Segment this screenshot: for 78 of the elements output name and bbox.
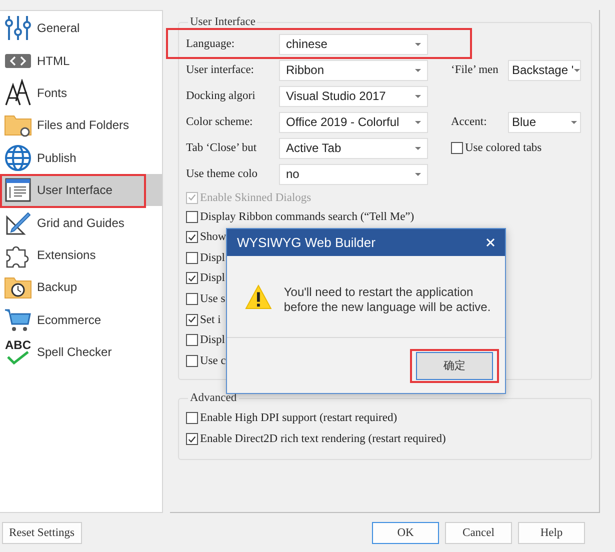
globe-icon	[4, 144, 32, 172]
checkbox[interactable]	[186, 354, 198, 367]
sidebar-item[interactable]: Extensions	[0, 238, 162, 272]
dropdown[interactable]: Visual Studio 2017	[279, 86, 428, 106]
checkbox-label: Displ	[200, 272, 225, 284]
checkbox[interactable]	[451, 142, 463, 154]
dropdown[interactable]: Active Tab	[279, 138, 428, 158]
sidebar-label: Grid and Guides	[37, 216, 124, 230]
confirm-button[interactable]: 确定	[416, 352, 493, 380]
dropdown[interactable]: chinese	[279, 34, 428, 54]
checkbox[interactable]	[186, 272, 198, 284]
dialog-button[interactable]: Help	[518, 522, 585, 544]
checkbox-label: Use s	[200, 293, 226, 306]
sidebar-label: Backup	[37, 280, 78, 294]
checkbox[interactable]	[186, 231, 198, 244]
sliders-icon	[4, 14, 32, 42]
field-label: Tab ‘Close’ but	[186, 142, 258, 154]
dialog-message: You'll need to restart the application before the new language will be active.	[284, 284, 492, 315]
checkbox-label: Use c	[200, 354, 226, 367]
sidebar-item[interactable]: Grid and Guides	[0, 206, 162, 239]
check-icon	[6, 351, 30, 366]
icon-text: ABC	[5, 339, 31, 352]
sidebar-item[interactable]: Fonts	[0, 76, 162, 110]
field-label: Docking algori	[186, 90, 256, 102]
checkbox-label: Enable Skinned Dialogs	[200, 192, 312, 204]
dropdown[interactable]: Blue	[508, 112, 581, 132]
dropdown[interactable]: Ribbon	[279, 60, 428, 80]
checkbox[interactable]	[186, 211, 198, 224]
field-label: Language:	[186, 38, 236, 50]
sidebar-item[interactable]: Backup	[0, 271, 162, 304]
fonts-icon	[4, 78, 32, 107]
reset-settings-button[interactable]: Reset Settings	[2, 522, 82, 544]
sidebar-item[interactable]: Publish	[0, 142, 162, 174]
checkbox[interactable]	[186, 334, 198, 346]
checkbox[interactable]	[186, 252, 198, 264]
checkbox[interactable]	[186, 293, 198, 306]
group-title: User Interface	[189, 16, 256, 28]
window-icon	[4, 176, 32, 204]
sidebar-item[interactable]: ABC Spell Checker	[0, 336, 162, 368]
group-title: Advanced	[189, 392, 238, 404]
sidebar-item[interactable]: HTML	[0, 44, 162, 77]
sidebar-label: Extensions	[37, 248, 96, 262]
dropdown[interactable]: Office 2019 - Colorful	[279, 112, 428, 132]
field-label: Accent:	[451, 116, 488, 128]
dialog-button[interactable]: OK	[372, 522, 439, 544]
checkbox-label: Set i	[200, 314, 221, 326]
checkbox[interactable]	[186, 412, 198, 424]
sidebar-label: Ecommerce	[37, 312, 102, 327]
checkbox[interactable]	[186, 433, 198, 446]
field-label: User interface:	[186, 64, 256, 76]
sidebar-item[interactable]: General	[0, 12, 162, 44]
sidebar-label: HTML	[37, 54, 70, 68]
dialog-title: WYSIWYG Web Builder	[237, 235, 376, 250]
field-label: Color scheme:	[186, 116, 254, 128]
sidebar-label: User Interface	[37, 183, 112, 198]
sidebar-label: Files and Folders	[37, 118, 130, 132]
sidebar-label: Fonts	[37, 86, 68, 100]
checkbox-label: Show	[200, 231, 226, 244]
checkbox[interactable]	[186, 314, 198, 326]
sidebar-item[interactable]: Ecommerce	[0, 304, 162, 336]
checkbox-label: Displ	[200, 252, 225, 264]
dropdown[interactable]: no	[279, 164, 428, 184]
sidebar-label: Spell Checker	[37, 345, 112, 360]
checkbox-label: Display Ribbon commands search (“Tell Me”)	[200, 211, 414, 224]
sidebar-label: General	[37, 21, 80, 36]
close-icon[interactable]	[486, 238, 495, 247]
warning-icon	[245, 284, 272, 310]
checkbox-label: Enable Direct2D rich text rendering (restart required)	[200, 433, 446, 446]
checkbox-label: Displ	[200, 334, 225, 346]
checkbox-label: Use colored tabs	[465, 142, 542, 154]
dialog-button[interactable]: Cancel	[445, 522, 512, 544]
field-label: Use theme colo	[186, 168, 259, 180]
dropdown[interactable]: Backstage '	[508, 60, 581, 80]
field-label: ‘File’ men	[451, 64, 500, 76]
checkbox-label: Enable High DPI support (restart required)	[200, 412, 398, 424]
sidebar-item[interactable]: Files and Folders	[0, 109, 162, 142]
sidebar-label: Publish	[37, 150, 76, 165]
sidebar-item[interactable]: User Interface	[0, 174, 162, 206]
